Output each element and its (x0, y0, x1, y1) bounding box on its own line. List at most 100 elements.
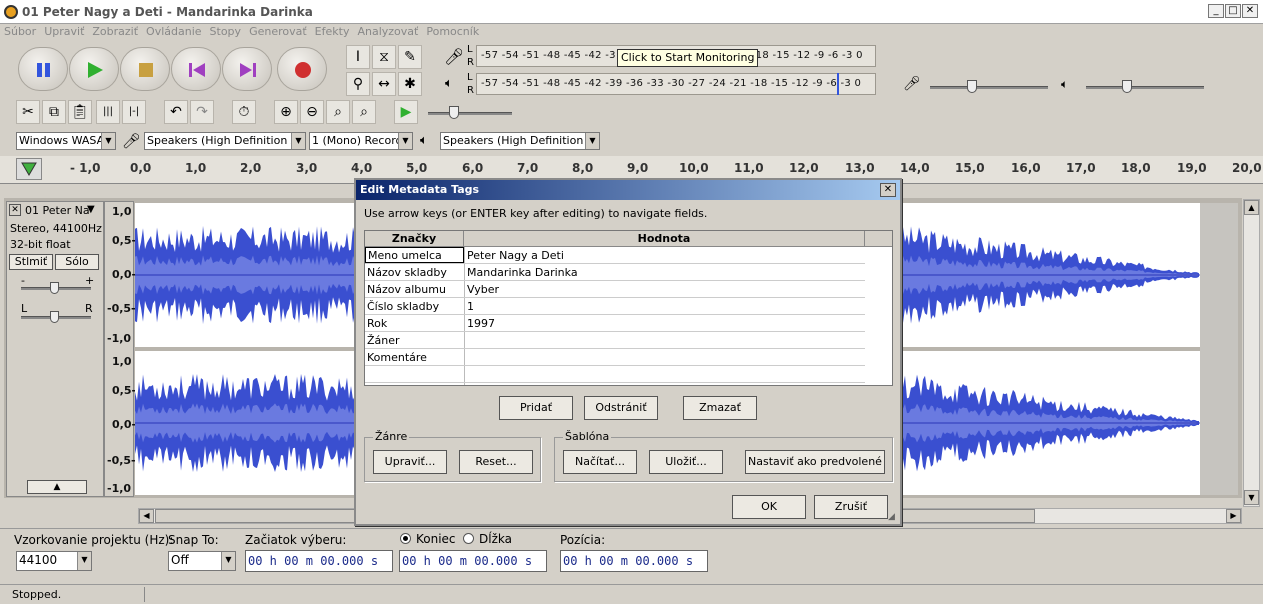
fit-project-button[interactable]: ⌕ (352, 100, 376, 124)
ok-button[interactable]: OK (732, 495, 806, 519)
scroll-up-icon[interactable]: ▲ (1244, 200, 1259, 215)
table-row[interactable]: Žáner (365, 332, 865, 349)
edit-genres-button[interactable]: Upraviť... (373, 450, 447, 474)
track-menu-chevron-icon[interactable]: ▼ (87, 204, 95, 215)
table-row[interactable]: Komentáre (365, 349, 865, 366)
audio-position-time[interactable]: 00 h 00 m 00.000 s (560, 550, 708, 572)
zoom-in-button[interactable]: ⊕ (274, 100, 298, 124)
silence-button[interactable]: |-| (122, 100, 146, 124)
table-row[interactable]: Názov albumu Vyber (365, 281, 865, 298)
redo-button[interactable]: ↷ (190, 100, 214, 124)
track-close-icon[interactable]: ✕ (9, 204, 21, 216)
dialog-title: Edit Metadata Tags (356, 180, 900, 200)
pan-slider-thumb[interactable] (50, 311, 59, 323)
zoom-out-button[interactable]: ⊖ (300, 100, 324, 124)
play-speed-slider[interactable] (428, 112, 512, 115)
play-head-triangle-icon[interactable] (16, 158, 42, 180)
table-row[interactable]: Rok 1997 (365, 315, 865, 332)
input-volume-slider[interactable] (930, 86, 1048, 89)
sync-lock-button[interactable]: ⏱ (232, 100, 256, 124)
track-control-panel[interactable]: ✕ 01 Peter Na ▼ Stereo, 44100Hz 32-bit f… (6, 201, 104, 497)
record-button[interactable] (277, 47, 327, 91)
genres-group: Žánre Upraviť... Reset... (364, 430, 541, 482)
menu-transport[interactable]: Ovládanie (142, 24, 205, 39)
scroll-down-icon[interactable]: ▼ (1244, 490, 1259, 505)
playback-meter[interactable]: -57 -54 -51 -48 -45 -42 -39 -36 -33 -30 … (476, 73, 876, 95)
reset-genres-button[interactable]: Reset... (459, 450, 533, 474)
value-cell[interactable]: 1997 (467, 317, 495, 330)
selection-end-time[interactable]: 00 h 00 m 00.000 s (399, 550, 547, 572)
recording-device-mic-icon: 🎤︎ (122, 132, 142, 150)
mute-button[interactable]: Stlmiť (9, 254, 53, 270)
cancel-button[interactable]: Zrušiť (814, 495, 888, 519)
value-cell[interactable]: Vyber (467, 283, 499, 296)
playback-device-select[interactable]: Speakers (High Definition Aud ▼ (440, 132, 600, 150)
cut-button[interactable]: ✂ (16, 100, 40, 124)
snap-to-select[interactable]: Off ▼ (168, 551, 236, 571)
maximize-button[interactable]: □ (1225, 4, 1241, 18)
vertical-scrollbar[interactable]: ▲ ▼ (1243, 199, 1260, 507)
add-button[interactable]: Pridať (499, 396, 573, 420)
menu-generate[interactable]: Generovať (245, 24, 311, 39)
pause-button[interactable] (18, 47, 68, 91)
menu-edit[interactable]: Upraviť (40, 24, 88, 39)
play-at-speed-button[interactable]: ▶ (394, 100, 418, 124)
scroll-left-icon[interactable]: ◀ (139, 509, 154, 523)
length-radio[interactable] (463, 533, 474, 544)
ruler-tick: 12,0 (789, 161, 819, 175)
remove-button[interactable]: Odstrániť (584, 396, 658, 420)
menu-effects[interactable]: Efekty (311, 24, 354, 39)
zoom-tool[interactable]: ⚲ (346, 72, 370, 96)
stop-button[interactable] (120, 47, 170, 91)
value-cell[interactable]: 1 (467, 300, 474, 313)
resize-grip-icon[interactable]: ◢ (888, 512, 898, 522)
amp-label: 1,0 (112, 355, 132, 368)
input-volume-thumb[interactable] (967, 80, 977, 93)
menu-analyze[interactable]: Analyzovať (353, 24, 422, 39)
skip-start-button[interactable] (171, 47, 221, 91)
dialog-close-icon[interactable]: ✕ (880, 183, 896, 197)
trim-button[interactable]: ||| (96, 100, 120, 124)
output-volume-thumb[interactable] (1122, 80, 1132, 93)
end-radio[interactable] (400, 533, 411, 544)
selection-start-time[interactable]: 00 h 00 m 00.000 s (245, 550, 393, 572)
gain-slider-thumb[interactable] (50, 282, 59, 294)
copy-button[interactable]: ⧉ (42, 100, 66, 124)
table-row[interactable] (365, 366, 865, 383)
envelope-tool[interactable]: ⧖ (372, 45, 396, 69)
recording-channels-select[interactable]: 1 (Mono) Recordin ▼ (309, 132, 413, 150)
menu-view[interactable]: Zobraziť (88, 24, 142, 39)
collapse-track-button[interactable]: ▲ (27, 480, 87, 494)
table-row[interactable]: Meno umelca Peter Nagy a Deti (365, 247, 865, 264)
save-template-button[interactable]: Uložiť... (649, 450, 723, 474)
menu-tracks[interactable]: Stopy (206, 24, 246, 39)
output-volume-slider[interactable] (1086, 86, 1204, 89)
audio-host-select[interactable]: Windows WASAPI ▼ (16, 132, 116, 150)
table-row[interactable]: Číslo skladby 1 (365, 298, 865, 315)
table-row[interactable]: Názov skladby Mandarinka Darinka (365, 264, 865, 281)
undo-button[interactable]: ↶ (164, 100, 188, 124)
draw-tool[interactable]: ✎ (398, 45, 422, 69)
value-cell[interactable]: Peter Nagy a Deti (467, 249, 564, 262)
fit-selection-button[interactable]: ⌕ (326, 100, 350, 124)
solo-button[interactable]: Sólo (55, 254, 99, 270)
clear-button[interactable]: Zmazať (683, 396, 757, 420)
menu-file[interactable]: Súbor (0, 24, 40, 39)
paste-button[interactable]: 📋︎ (68, 100, 92, 124)
minimize-button[interactable]: _ (1208, 4, 1224, 18)
play-speed-thumb[interactable] (449, 106, 459, 119)
skip-end-button[interactable] (222, 47, 272, 91)
value-cell[interactable]: Mandarinka Darinka (467, 266, 578, 279)
load-template-button[interactable]: Načítať... (563, 450, 637, 474)
close-button[interactable]: ✕ (1242, 4, 1258, 18)
project-rate-select[interactable]: 44100 ▼ (16, 551, 92, 571)
play-button[interactable] (69, 47, 119, 91)
track-name[interactable]: 01 Peter Na (25, 204, 90, 217)
multi-tool[interactable]: ✱ (398, 72, 422, 96)
scroll-right-icon[interactable]: ▶ (1226, 509, 1241, 523)
set-default-button[interactable]: Nastaviť ako predvolené (745, 450, 885, 474)
timeshift-tool[interactable]: ↔ (372, 72, 396, 96)
menu-help[interactable]: Pomocník (422, 24, 483, 39)
selection-tool[interactable]: I (346, 45, 370, 69)
recording-device-select[interactable]: Speakers (High Definition Aud ▼ (144, 132, 306, 150)
